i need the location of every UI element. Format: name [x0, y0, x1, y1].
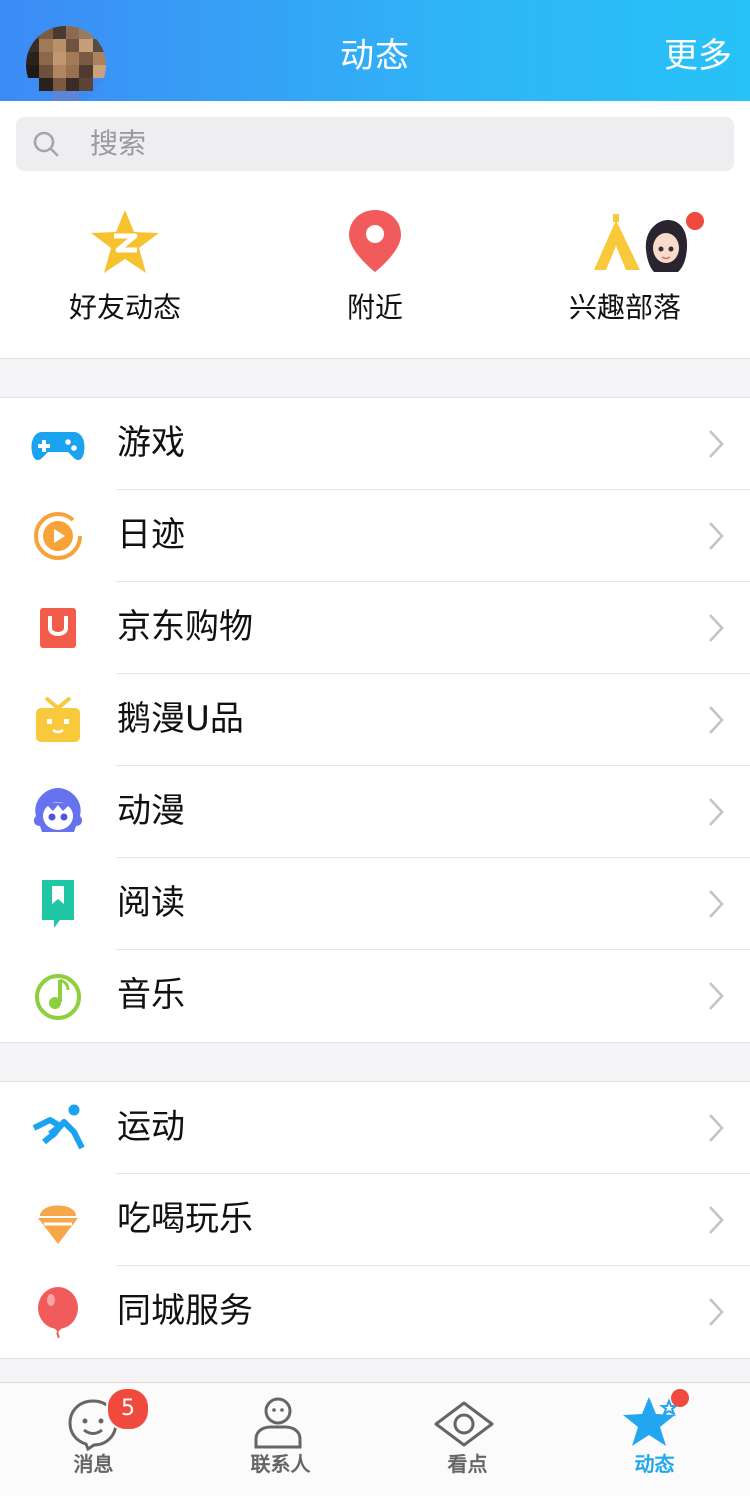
chevron-right-icon	[709, 706, 724, 734]
header-bar: 动态 更多	[0, 0, 750, 104]
search-icon	[33, 131, 59, 157]
quick-label: 好友动态	[68, 291, 181, 324]
quick-entries: 好友动态 附近 兴趣部落	[0, 184, 750, 359]
tab-label: 看点	[447, 1452, 488, 1476]
ice-cream-icon	[38, 1205, 78, 1244]
unread-badge: 5	[106, 1387, 150, 1431]
chevron-right-icon	[709, 522, 724, 550]
quick-label: 附近	[346, 291, 403, 324]
notification-dot	[671, 1389, 689, 1407]
balloon-icon	[38, 1287, 78, 1338]
list-item-label: 鹅漫U品	[117, 699, 244, 739]
chevron-right-icon	[709, 1206, 724, 1234]
anime-face-icon	[33, 788, 83, 832]
list-item-label: 同城服务	[117, 1291, 253, 1331]
list-item-eman-goods[interactable]: 鹅漫U品	[0, 674, 750, 766]
tab-contacts[interactable]: 联系人	[187, 1383, 374, 1496]
location-pin-icon	[349, 210, 401, 272]
search-section: 搜索	[0, 101, 750, 184]
list-item-label: 动漫	[117, 791, 185, 831]
eye-icon	[434, 1401, 494, 1447]
gamepad-icon	[31, 432, 85, 460]
list-item-label: 日迹	[117, 515, 185, 555]
list-item-reading[interactable]: 阅读	[0, 858, 750, 950]
tab-feed[interactable]: 动态	[561, 1383, 748, 1496]
apps-list-secondary: 运动 吃喝玩乐 同城服务	[0, 1081, 750, 1359]
more-button[interactable]: 更多	[664, 34, 732, 78]
search-input[interactable]: 搜索	[16, 117, 734, 171]
list-item-sports[interactable]: 运动	[0, 1082, 750, 1174]
tab-label: 联系人	[250, 1452, 311, 1476]
tab-label: 消息	[73, 1452, 114, 1476]
notification-dot	[686, 212, 704, 230]
list-item-food-fun[interactable]: 吃喝玩乐	[0, 1174, 750, 1266]
list-item-label: 阅读	[117, 883, 185, 923]
chevron-right-icon	[709, 982, 724, 1010]
list-item-label: 吃喝玩乐	[117, 1199, 253, 1239]
running-icon	[32, 1104, 85, 1150]
list-item-games[interactable]: 游戏	[0, 398, 750, 490]
list-item-music[interactable]: 音乐	[0, 950, 750, 1042]
tab-messages[interactable]: 5 消息	[0, 1383, 187, 1496]
chevron-right-icon	[709, 1114, 724, 1142]
chevron-right-icon	[709, 1298, 724, 1326]
friends-star-icon	[91, 210, 159, 273]
chevron-right-icon	[709, 430, 724, 458]
list-item-daily-traces[interactable]: 日迹	[0, 490, 750, 582]
list-item-label: 运动	[117, 1107, 185, 1147]
tab-watch-points[interactable]: 看点	[374, 1383, 561, 1496]
quick-interest-tribe[interactable]: 兴趣部落	[500, 184, 750, 358]
jd-bag-icon	[40, 608, 76, 648]
list-item-label: 游戏	[117, 423, 185, 463]
quick-label: 兴趣部落	[568, 291, 681, 324]
gift-box-icon	[36, 696, 80, 742]
list-item-label: 京东购物	[117, 607, 253, 647]
apps-list-primary: 游戏 日迹 京东购物 鹅漫U品 动漫 阅读 音乐	[0, 397, 750, 1043]
list-item-local-services[interactable]: 同城服务	[0, 1266, 750, 1358]
chevron-right-icon	[709, 890, 724, 918]
list-item-anime[interactable]: 动漫	[0, 766, 750, 858]
tribe-avatar-icon	[638, 218, 694, 274]
bookmark-book-icon	[42, 880, 74, 928]
list-item-jd-shopping[interactable]: 京东购物	[0, 582, 750, 674]
bottom-tab-bar: 5 消息 联系人 看点 动态	[0, 1382, 750, 1496]
chevron-right-icon	[709, 798, 724, 826]
play-circle-icon	[34, 512, 82, 560]
chevron-right-icon	[709, 614, 724, 642]
contact-person-icon	[254, 1397, 302, 1449]
quick-friends-feed[interactable]: 好友动态	[0, 184, 250, 358]
list-item-label: 音乐	[117, 975, 185, 1015]
page-title: 动态	[340, 36, 410, 76]
quick-nearby[interactable]: 附近	[250, 184, 500, 358]
search-placeholder: 搜索	[90, 127, 147, 160]
tab-label: 动态	[634, 1452, 675, 1476]
music-note-icon	[35, 974, 81, 1020]
